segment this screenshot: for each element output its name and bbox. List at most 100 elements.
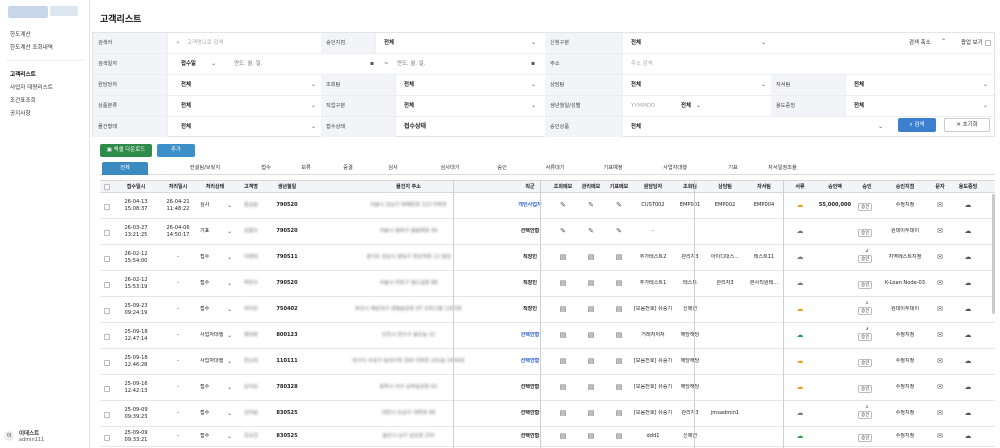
add-button[interactable]: 추가 — [157, 144, 195, 157]
approve-button[interactable]: 승인 — [858, 385, 873, 393]
edit-icon[interactable]: ✎ — [614, 227, 624, 235]
edit-icon[interactable]: ✎ — [558, 201, 568, 209]
customer-name[interactable]: 정대호 — [234, 332, 268, 339]
cloud-upload-icon[interactable]: ☁ — [963, 201, 973, 209]
cloud-upload-icon[interactable]: ☁ — [795, 279, 805, 287]
table-row[interactable]: 25-09-23 09:24:19- 접수 ⌄ 최지은 750402 부산시 해운대구 센텀… — [100, 297, 995, 323]
cloud-upload-icon[interactable]: ☁ — [795, 357, 805, 365]
approve-button[interactable]: 승인 — [858, 307, 873, 315]
sidebar-item-business-bulk[interactable]: 사업자 대량리스트 — [10, 83, 53, 91]
cloud-upload-icon[interactable]: ☁ — [795, 409, 805, 417]
approved-product-select[interactable]: 전체 — [625, 117, 755, 137]
cloud-upload-icon[interactable]: ☁ — [963, 432, 973, 440]
date-type-select[interactable]: 접수일 — [175, 54, 215, 74]
row-checkbox[interactable] — [104, 359, 110, 366]
popup-view-toggle[interactable]: 팝업 보기 — [955, 33, 983, 53]
cloud-upload-icon[interactable]: ☁ — [963, 383, 973, 391]
memo-icon[interactable]: ▤ — [614, 279, 624, 287]
message-icon[interactable]: ✉ — [935, 305, 945, 313]
sidebar-item-customer-list[interactable]: 고객리스트 — [10, 70, 36, 78]
message-icon[interactable]: ✉ — [935, 383, 945, 391]
birth-input[interactable]: YYMMDD — [625, 96, 675, 116]
tab-11[interactable]: 기표 — [714, 162, 752, 175]
collapse-search-button[interactable]: 검색 축소 — [903, 33, 931, 53]
memo-icon[interactable]: ▤ — [586, 383, 596, 391]
customer-name[interactable]: 김철수 — [234, 228, 268, 235]
cloud-upload-icon[interactable]: ☁ — [963, 357, 973, 365]
table-row[interactable]: 25-09-18 12:46:28- 사업자대행 ⌄ 한소희 110111 대구시 수성구 … — [100, 349, 995, 375]
cloud-upload-icon[interactable]: ☁ — [795, 331, 805, 339]
memo-icon[interactable]: ▤ — [558, 383, 568, 391]
table-row[interactable]: 26-03-27 13:21:25 26-04-06 14:50:17 기표 ⌄ 김철수 79… — [100, 219, 995, 245]
use-proof-select[interactable]: 전체 — [848, 96, 978, 116]
approve-button[interactable]: 승인 — [858, 359, 873, 367]
memo-icon[interactable]: ▤ — [558, 279, 568, 287]
message-icon[interactable]: ✉ — [935, 201, 945, 209]
finance-team-select[interactable]: 전체 — [848, 75, 978, 95]
memo-icon[interactable]: ▤ — [614, 331, 624, 339]
job-category[interactable]: 선택안함 — [511, 358, 549, 365]
sidebar-item-limit-calc[interactable]: 한도계산 — [10, 30, 31, 38]
sidebar-item-limit-history[interactable]: 한도계산 조회내역 — [10, 43, 53, 51]
cloud-upload-icon[interactable]: ☁ — [963, 253, 973, 261]
approve-button[interactable]: 승인 — [858, 281, 873, 289]
message-icon[interactable]: ✉ — [935, 357, 945, 365]
table-row[interactable]: 25-09-16 12:42:13- 접수 ⌄ 윤서준 780328 광주시 서구 상무중앙… — [100, 375, 995, 401]
row-checkbox[interactable] — [104, 385, 110, 392]
memo-icon[interactable]: ▤ — [558, 409, 568, 417]
search-input[interactable]: 고객명으로 검색 — [175, 33, 315, 53]
cloud-upload-icon[interactable]: ☁ — [963, 331, 973, 339]
memo-icon[interactable]: ▤ — [586, 279, 596, 287]
tab-5[interactable]: 심사 — [370, 162, 416, 175]
select-all-checkbox[interactable] — [104, 184, 110, 190]
edit-icon[interactable]: ✎ — [558, 227, 568, 235]
tab-1[interactable]: 컨설팅/브릿지 — [164, 162, 246, 175]
reset-button[interactable]: ✕ 초기화 — [944, 118, 990, 132]
job-category[interactable]: 선택안함 — [511, 332, 549, 339]
row-checkbox[interactable] — [104, 411, 110, 418]
memo-icon[interactable]: ▤ — [586, 253, 596, 261]
cloud-upload-icon[interactable]: ☁ — [795, 305, 805, 313]
customer-name[interactable]: 한소희 — [234, 358, 268, 365]
message-icon[interactable]: ✉ — [935, 227, 945, 235]
popup-checkbox[interactable] — [985, 40, 991, 46]
memo-icon[interactable]: ▤ — [586, 331, 596, 339]
calendar-icon[interactable]: ▪ — [367, 60, 377, 67]
memo-icon[interactable]: ▤ — [614, 305, 624, 313]
table-row[interactable]: 25-09-09 09:33:21- 접수 ⌄ 조유진 830525 울산시 남구 삼산로 … — [100, 427, 995, 447]
search-button[interactable]: ⌕ 검색 — [898, 118, 936, 132]
house-type-select[interactable]: 전체 — [175, 117, 305, 137]
row-checkbox[interactable] — [104, 203, 110, 210]
customer-name[interactable]: 홍길동 — [234, 202, 268, 209]
row-checkbox[interactable] — [104, 333, 110, 340]
message-icon[interactable]: ✉ — [935, 331, 945, 339]
memo-icon[interactable]: ▤ — [558, 432, 568, 440]
cloud-upload-icon[interactable]: ☁ — [795, 432, 805, 440]
manager-select[interactable]: 전체 — [175, 75, 305, 95]
memo-icon[interactable]: ▤ — [614, 432, 624, 440]
memo-icon[interactable]: ▤ — [558, 357, 568, 365]
job-select[interactable]: 전체 — [398, 96, 528, 116]
memo-icon[interactable]: ▤ — [586, 305, 596, 313]
cloud-upload-icon[interactable]: ☁ — [963, 279, 973, 287]
cloud-upload-icon[interactable]: ☁ — [795, 253, 805, 261]
user-profile[interactable]: 이 이데스트 admin111 — [4, 429, 86, 445]
edit-icon[interactable]: ✎ — [586, 227, 596, 235]
memo-icon[interactable]: ▤ — [586, 432, 596, 440]
message-icon[interactable]: ✉ — [935, 409, 945, 417]
team-select[interactable]: 전체 — [398, 75, 528, 95]
message-icon[interactable]: ✉ — [935, 432, 945, 440]
tab-12[interactable]: 자서일정조율 — [752, 162, 813, 175]
approve-button[interactable]: 승인 — [858, 255, 873, 263]
row-checkbox[interactable] — [104, 255, 110, 262]
calendar-icon[interactable]: ▪ — [528, 60, 538, 67]
customer-name[interactable]: 이영희 — [234, 254, 268, 261]
cloud-upload-icon[interactable]: ☁ — [963, 305, 973, 313]
memo-icon[interactable]: ▤ — [586, 409, 596, 417]
cloud-upload-icon[interactable]: ☁ — [963, 409, 973, 417]
message-icon[interactable]: ✉ — [935, 279, 945, 287]
address-input[interactable]: 주소 검색 — [625, 54, 825, 74]
tab-8[interactable]: 서류대기 — [520, 162, 590, 175]
memo-icon[interactable]: ▤ — [586, 357, 596, 365]
table-row[interactable]: 25-09-09 09:39:23- 접수 ⌄ 강하늘 830525 대전시 유성구 대학로… — [100, 401, 995, 427]
